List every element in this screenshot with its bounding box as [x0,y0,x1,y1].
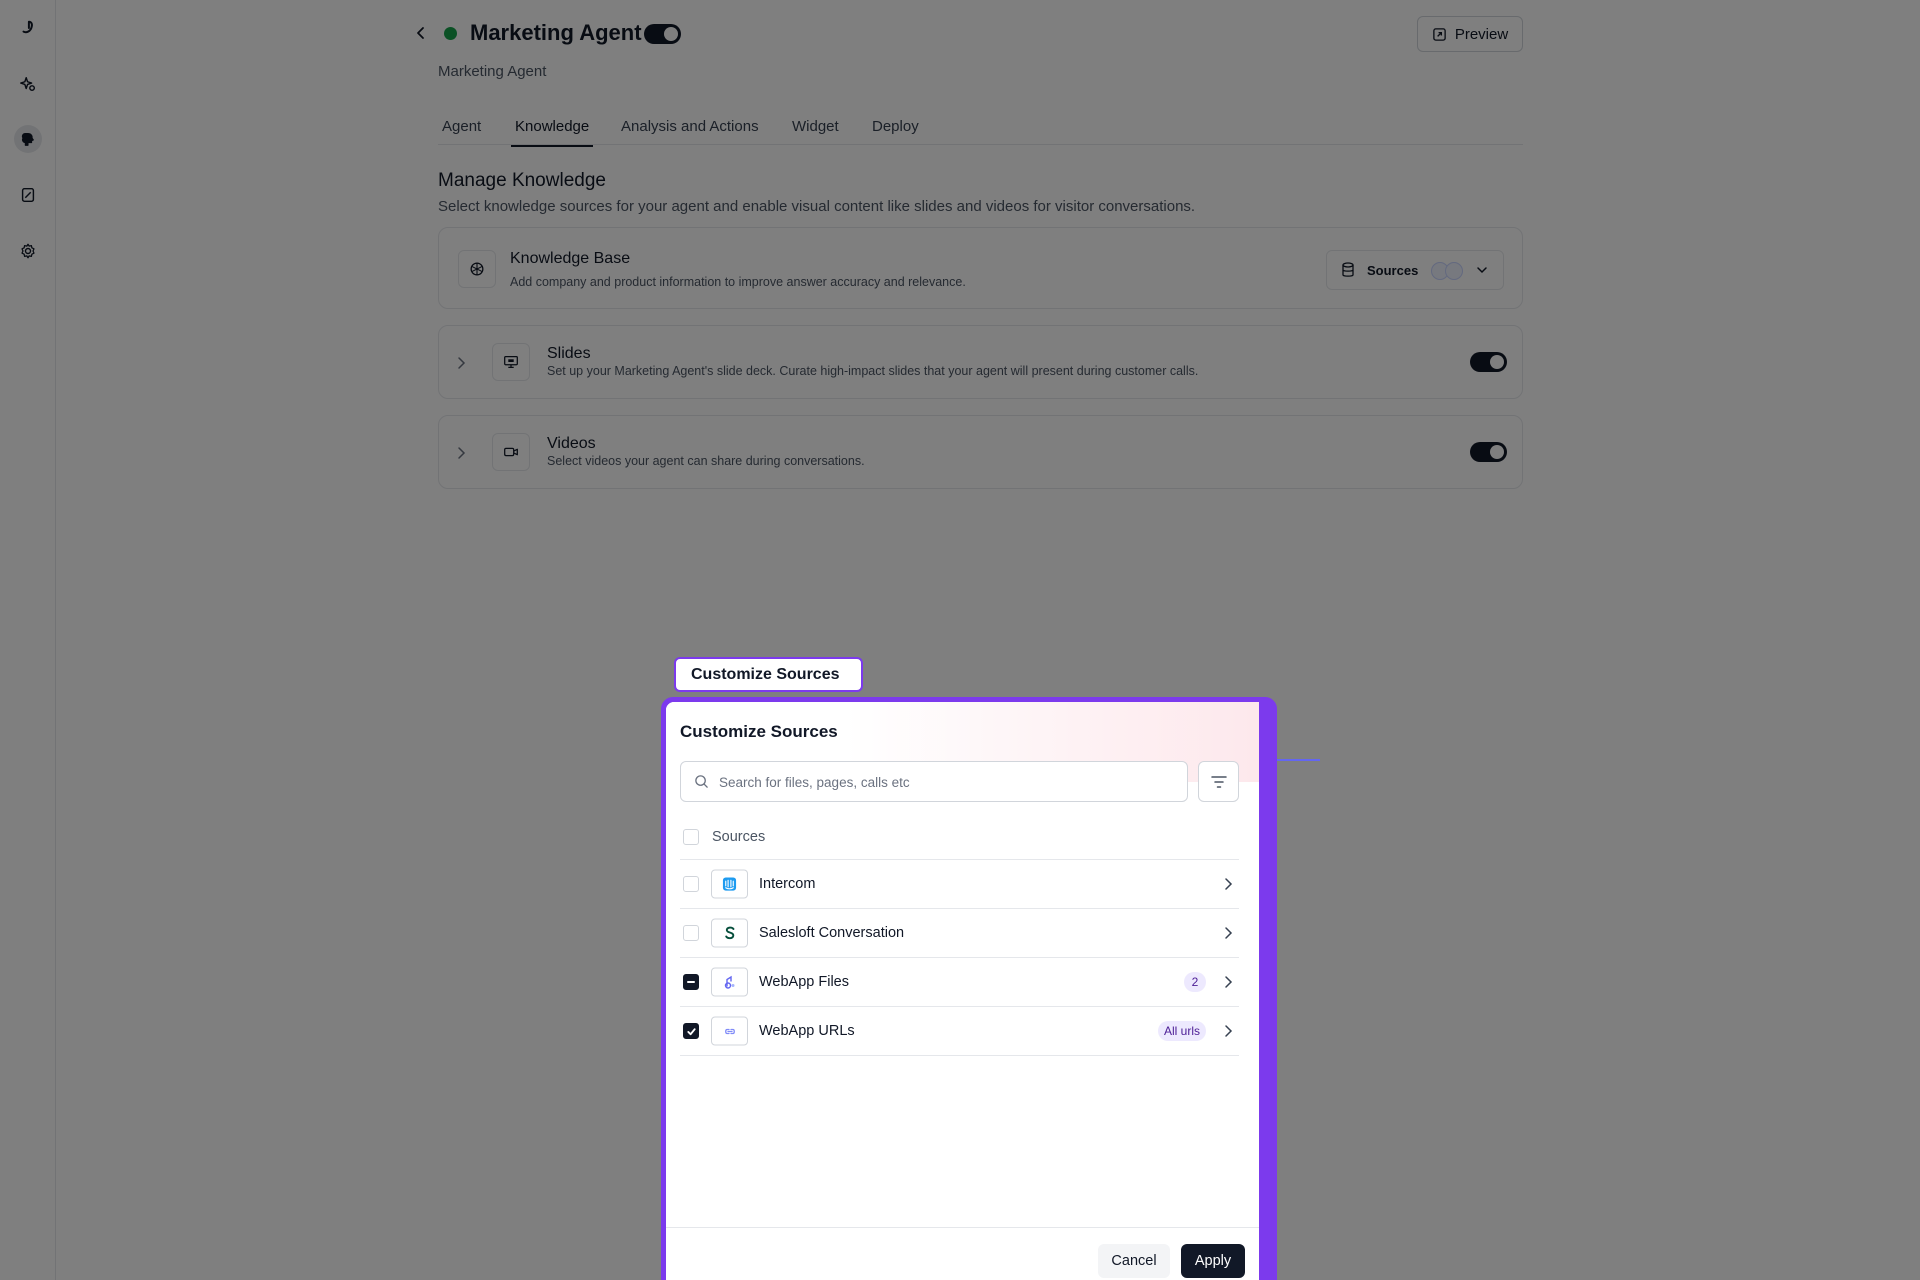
salesloft-icon [711,918,748,948]
webapp-urls-label: WebApp URLs [759,1023,855,1039]
search-input[interactable] [719,772,1169,792]
webapp-urls-icon [711,1016,748,1046]
filter-icon [1210,775,1227,788]
cancel-button[interactable]: Cancel [1098,1244,1170,1278]
list-header: Sources [680,815,1239,860]
source-row-salesloft[interactable]: Salesloft Conversation [680,909,1239,958]
webapp-files-icon [711,967,748,997]
source-row-webapp-urls[interactable]: WebApp URLs All urls [680,1007,1239,1056]
apply-button[interactable]: Apply [1181,1244,1245,1278]
chevron-right-icon[interactable] [1220,1023,1236,1039]
search-field[interactable] [680,761,1188,802]
selected-count-badge: 2 [1184,972,1206,992]
dialog-title: Customize Sources [680,722,838,741]
source-row-webapp-files[interactable]: WebApp Files 2 [680,958,1239,1007]
chevron-right-icon[interactable] [1220,925,1236,941]
source-row-intercom[interactable]: Intercom [680,860,1239,909]
all-urls-badge: All urls [1157,1021,1206,1041]
webapp-urls-checkbox[interactable] [683,1023,699,1039]
list-header-label: Sources [712,829,766,845]
salesloft-label: Salesloft Conversation [759,925,905,941]
webapp-files-checkbox[interactable] [683,974,699,990]
customize-sources-dialog: Customize Sources Sources Intercom [661,697,1277,1280]
dialog-footer: Cancel Apply [666,1227,1259,1280]
annotation-label: Customize Sources [674,657,863,692]
salesloft-checkbox[interactable] [683,925,699,941]
filter-button[interactable] [1198,761,1239,802]
intercom-checkbox[interactable] [683,876,699,892]
minus-icon [687,981,695,983]
dialog-panel: Customize Sources Sources Intercom [666,702,1259,1280]
chevron-right-icon[interactable] [1220,974,1236,990]
search-icon [695,775,708,788]
select-all-checkbox[interactable] [683,829,699,845]
checkmark-icon [686,1027,696,1035]
chevron-right-icon[interactable] [1220,876,1236,892]
intercom-label: Intercom [759,876,816,892]
sources-list: Sources Intercom Salesloft Conversation [680,815,1239,1056]
intercom-icon [711,869,748,899]
webapp-files-label: WebApp Files [759,974,849,990]
annotation-connector [1276,759,1320,761]
